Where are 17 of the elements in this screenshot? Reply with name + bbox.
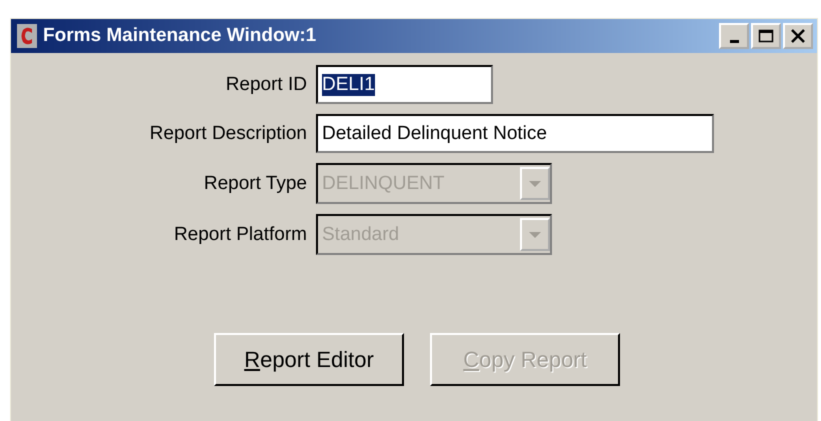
text-field[interactable]: DELI1 [316,65,493,104]
close-icon [790,29,806,43]
window-title: Forms Maintenance Window:1 [43,25,318,47]
maximize-button[interactable] [751,23,781,49]
close-button[interactable] [783,23,813,49]
app-logo-icon [17,24,37,48]
dropdown-arrow-icon [528,230,542,238]
field-label: Report ID [226,74,307,96]
dropdown-arrow-icon [528,180,542,188]
minimize-icon [730,40,738,42]
action-button[interactable]: Report Editor [214,333,404,386]
field-label: Report Platform [174,224,307,246]
field-label: Report Description [150,122,307,144]
text-field[interactable]: Detailed Delinquent Notice [316,114,714,153]
field-label: Report Type [204,172,307,194]
minimize-button[interactable] [719,23,749,49]
maximize-icon [758,29,774,43]
